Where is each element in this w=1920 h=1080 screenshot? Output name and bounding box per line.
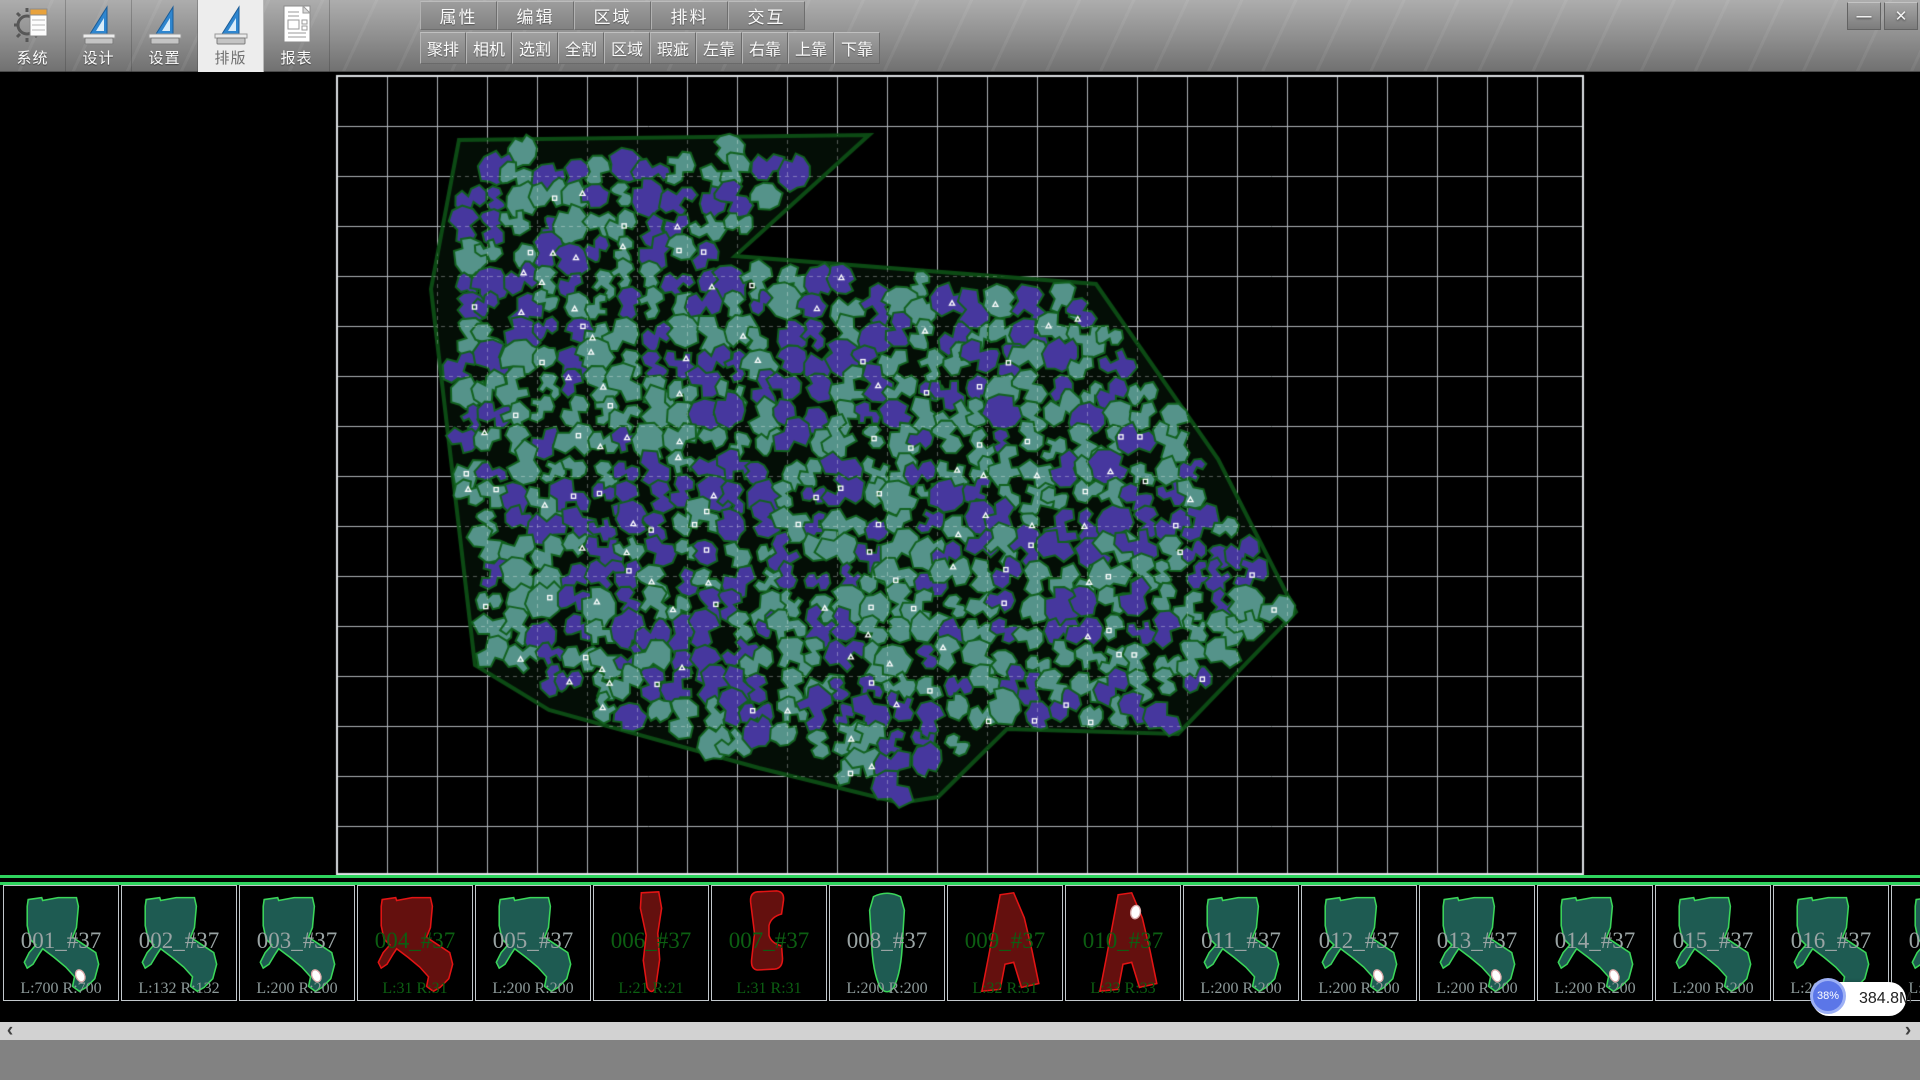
minimize-button[interactable]: — [1847,2,1881,30]
window-controls: — ✕ [1847,2,1918,30]
app-tab-5[interactable]: 报表 [264,0,330,72]
horizontal-scrollbar[interactable]: ‹ › [0,1022,1920,1040]
close-button[interactable]: ✕ [1884,2,1918,30]
piece-lr-count: L:31 R:31 [708,980,830,998]
piece-lr-count: L:200 R:200 [1180,980,1302,998]
piece-lr-count: L:200 R:200 [236,980,358,998]
piece-lr-count: L:200 R:200 [826,980,948,998]
piece-lr-count: L:200 R:200 [1416,980,1538,998]
piece-thumbnail-14[interactable]: 014_#37L:200 R:200 [1537,885,1653,1001]
menu-button-5[interactable]: 交互 [728,1,805,30]
app-tab-3[interactable]: 设置 [132,0,198,72]
app-tab-1[interactable]: 系统 [0,0,66,72]
layout-ruler-icon [211,3,251,49]
menu-button-1[interactable]: 属性 [420,1,497,30]
menu-button-4[interactable]: 排料 [651,1,728,30]
piece-thumbnail-3[interactable]: 003_#37L:200 R:200 [239,885,355,1001]
piece-thumbnail-1[interactable]: 001_#37L:700 R:700 [3,885,119,1001]
green-separator [0,875,1920,885]
app-tab-label: 系统 [16,49,48,69]
tool-button-9[interactable]: 上靠 [788,32,834,64]
piece-thumbnail-6[interactable]: 006_#37L:21 R:21 [593,885,709,1001]
piece-thumbnail-11[interactable]: 011_#37L:200 R:200 [1183,885,1299,1001]
app-tab-label: 排版 [214,49,246,69]
piece-thumbnail-8[interactable]: 008_#37L:200 R:200 [829,885,945,1001]
piece-thumbnail-10[interactable]: 010_#37L:33 R:33 [1065,885,1181,1001]
app-tab-label: 设置 [148,49,180,69]
nesting-canvas[interactable] [0,72,1920,875]
scroll-left-icon[interactable]: ‹ [0,1022,20,1040]
toolbar: 系统设计设置排版报表 属性编辑区域排料交互 聚排相机选割全割区域瑕疵左靠右靠上靠… [0,0,1920,72]
tool-button-8[interactable]: 右靠 [742,32,788,64]
system-icon [13,3,53,49]
piece-lr-count: L:21 R:21 [590,980,712,998]
piece-label: 003_#37 [232,928,362,954]
piece-thumbnail-2[interactable]: 002_#37L:132 R:132 [121,885,237,1001]
piece-label: 015_#37 [1648,928,1778,954]
memory-value: 384.8M [1859,982,1912,1016]
piece-label: 001_#37 [0,928,126,954]
app-tab-label: 报表 [280,49,312,69]
nesting-app-window: { "window": {"minimize_glyph": "—", "clo… [0,0,1920,1080]
piece-label: 008_#37 [822,928,952,954]
piece-label: 006_#37 [586,928,716,954]
menu-button-3[interactable]: 区域 [574,1,651,30]
piece-label: 017_#37 [1884,928,1920,954]
piece-label: 016_#37 [1766,928,1896,954]
settings-ruler-icon [145,3,185,49]
piece-lr-count: L:200 R:200 [1652,980,1774,998]
tool-button-7[interactable]: 左靠 [696,32,742,64]
piece-label: 014_#37 [1530,928,1660,954]
piece-label: 002_#37 [114,928,244,954]
progress-circle: 38% [1810,978,1846,1014]
design-ruler-icon [79,3,119,49]
piece-lr-count: L:700 R:700 [0,980,122,998]
piece-label: 012_#37 [1294,928,1424,954]
tool-button-10[interactable]: 下靠 [834,32,880,64]
tool-button-5[interactable]: 区域 [604,32,650,64]
piece-lr-count: L:32 R:31 [944,980,1066,998]
piece-lr-count: L:200 R:200 [1298,980,1420,998]
piece-label: 009_#37 [940,928,1070,954]
app-tab-label: 设计 [82,49,114,69]
piece-lr-count: L:132 R:132 [118,980,240,998]
tool-row: 聚排相机选割全割区域瑕疵左靠右靠上靠下靠 [420,32,880,64]
menu-button-2[interactable]: 编辑 [497,1,574,30]
piece-thumbnail-5[interactable]: 005_#37L:200 R:200 [475,885,591,1001]
app-tab-2[interactable]: 设计 [66,0,132,72]
piece-thumbnail-13[interactable]: 013_#37L:200 R:200 [1419,885,1535,1001]
piece-thumbnail-4[interactable]: 004_#37L:31 R:31 [357,885,473,1001]
piece-label: 005_#37 [468,928,598,954]
piece-label: 007_#37 [704,928,834,954]
tool-button-1[interactable]: 聚排 [420,32,466,64]
piece-lr-count: L:200 R:200 [1534,980,1656,998]
piece-label: 011_#37 [1176,928,1306,954]
status-badge: 38% 384.8M [1812,982,1906,1016]
piece-label: 004_#37 [350,928,480,954]
tool-button-2[interactable]: 相机 [466,32,512,64]
piece-lr-count: L:200 R:200 [472,980,594,998]
app-tabs: 系统 设计 设置 排版 报表 [0,0,330,72]
tool-button-4[interactable]: 全割 [558,32,604,64]
piece-label: 013_#37 [1412,928,1542,954]
app-tab-4[interactable]: 排版 [198,0,264,72]
piece-lr-count: L:31 R:31 [354,980,476,998]
piece-thumbnail-strip: 001_#37L:700 R:700002_#37L:132 R:132003_… [0,885,1920,1001]
tool-button-6[interactable]: 瑕疵 [650,32,696,64]
tool-button-3[interactable]: 选割 [512,32,558,64]
piece-thumbnail-9[interactable]: 009_#37L:32 R:31 [947,885,1063,1001]
piece-label: 010_#37 [1058,928,1188,954]
scroll-right-icon[interactable]: › [1898,1022,1918,1040]
piece-thumbnail-7[interactable]: 007_#37L:31 R:31 [711,885,827,1001]
piece-lr-count: L:33 R:33 [1062,980,1184,998]
piece-thumbnail-15[interactable]: 015_#37L:200 R:200 [1655,885,1771,1001]
piece-thumbnail-12[interactable]: 012_#37L:200 R:200 [1301,885,1417,1001]
menu-row: 属性编辑区域排料交互 [420,1,805,30]
window-footer [0,1040,1920,1080]
report-icon [277,3,317,49]
